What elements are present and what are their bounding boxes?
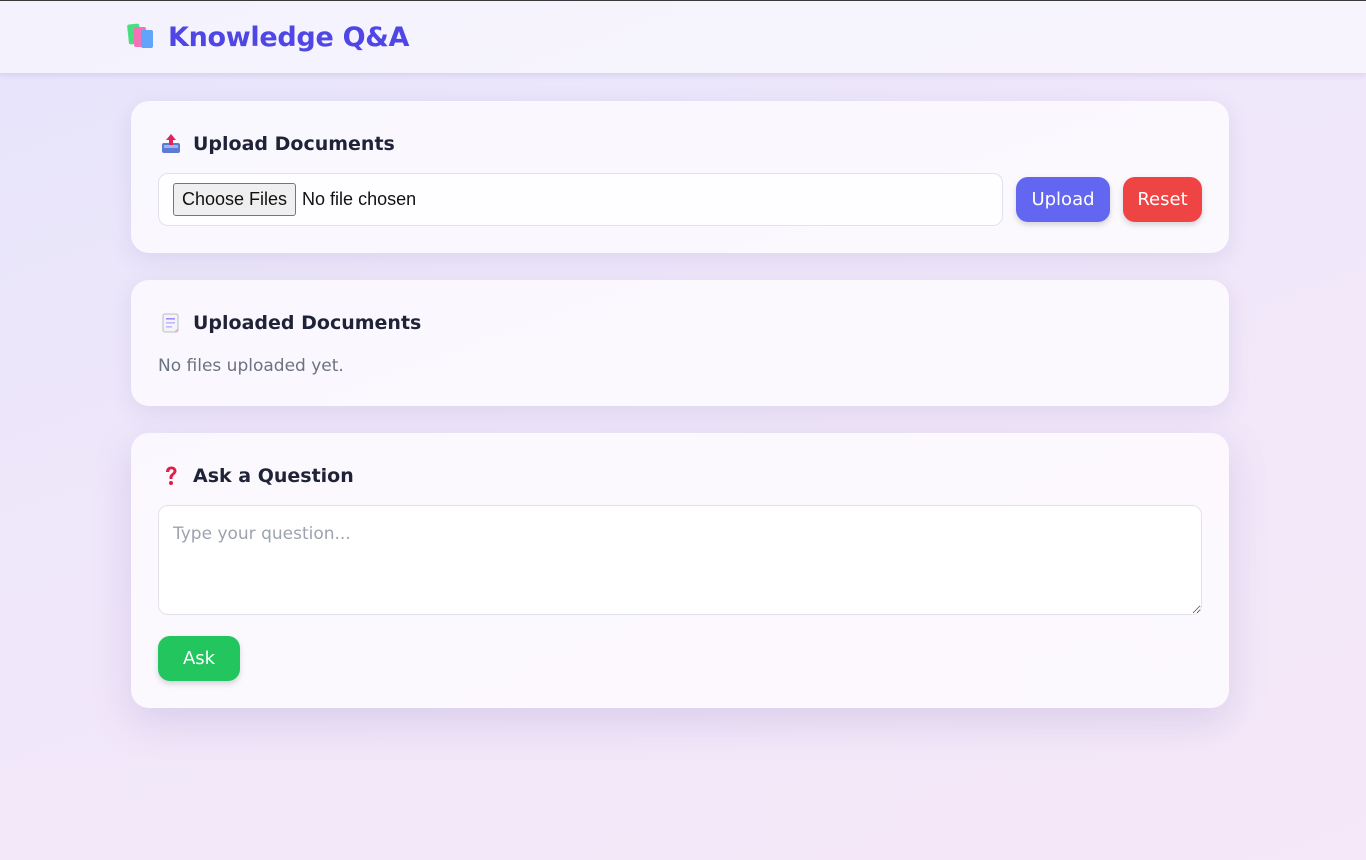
ask-question-heading: Ask a Question xyxy=(161,465,354,487)
upload-documents-card: Upload Documents Choose Files No file ch… xyxy=(131,101,1229,253)
upload-documents-heading: Upload Documents xyxy=(161,133,395,155)
document-icon xyxy=(161,312,181,334)
ask-question-card: Ask a Question Ask xyxy=(131,433,1229,708)
reset-button[interactable]: Reset xyxy=(1123,177,1202,222)
ask-button[interactable]: Ask xyxy=(158,636,240,681)
outbox-tray-icon xyxy=(161,133,181,155)
question-mark-icon xyxy=(161,465,181,487)
app-title: Knowledge Q&A xyxy=(168,21,410,53)
uploaded-documents-card: Uploaded Documents No files uploaded yet… xyxy=(131,280,1229,406)
uploaded-documents-heading: Uploaded Documents xyxy=(161,312,421,334)
file-input[interactable]: Choose Files No file chosen xyxy=(158,173,1003,226)
choose-files-button[interactable]: Choose Files xyxy=(173,183,297,216)
books-icon xyxy=(126,22,156,52)
upload-documents-title: Upload Documents xyxy=(193,133,395,155)
upload-button[interactable]: Upload xyxy=(1016,177,1110,222)
ask-question-title: Ask a Question xyxy=(193,465,354,487)
question-input[interactable] xyxy=(158,505,1202,615)
empty-files-message: No files uploaded yet. xyxy=(158,356,344,376)
file-status-text: No file chosen xyxy=(302,189,417,209)
uploaded-documents-title: Uploaded Documents xyxy=(193,312,422,334)
top-bar: Knowledge Q&A xyxy=(0,1,1366,73)
